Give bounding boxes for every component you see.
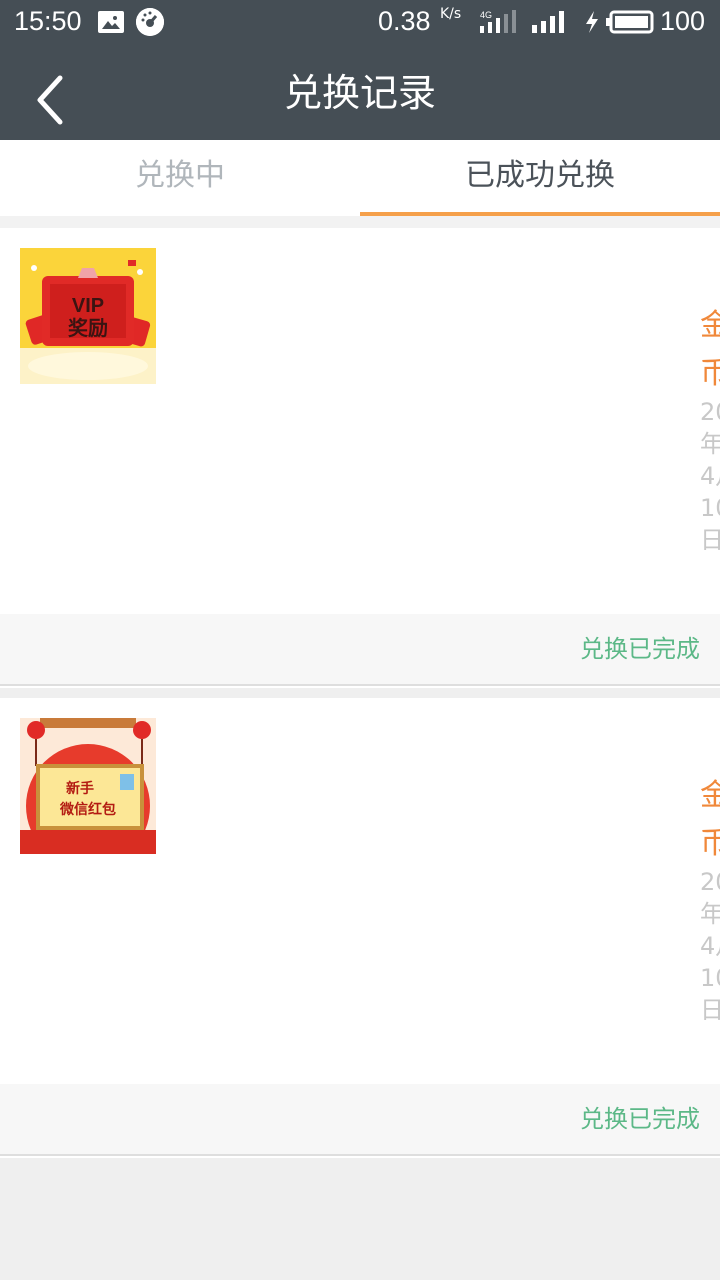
record-footer: 兑换已完成 [0, 614, 720, 686]
record-amount: 金币 [700, 778, 720, 861]
tab-exchanging[interactable]: 兑换中 [0, 140, 360, 216]
signal-4g-icon: 4G [478, 10, 518, 34]
record-footer: 兑换已完成 [0, 1084, 720, 1156]
reward-image-line2: 奖励 [68, 316, 108, 340]
app-bar: 兑换记录 [0, 46, 720, 140]
gallery-icon [98, 11, 124, 33]
record-card[interactable]: 新手 微信红包 金币 20年04月10日 兑换已完成 [0, 698, 720, 1158]
record-date: 20年04月10日 [700, 868, 720, 1024]
battery-percent: 100 [660, 6, 706, 36]
reward-image-line2: 微信红包 [59, 801, 116, 818]
network-type-label: 4G [480, 10, 492, 20]
back-button[interactable] [20, 58, 90, 128]
battery-icon [606, 10, 654, 34]
charging-icon [584, 10, 600, 34]
reward-image-line1: VIP [72, 295, 104, 317]
record-body: 新手 微信红包 金币 20年04月10日 [0, 698, 720, 1084]
reward-image-line1: 新手 [66, 780, 94, 797]
chevron-left-icon [37, 75, 63, 125]
status-bar: 15:50 0.38 K/s 4G 100 [0, 0, 720, 46]
record-body: VIP 奖励 金币 20年04月10日 [0, 228, 720, 614]
tab-exchanged[interactable]: 已成功兑换 [360, 140, 720, 216]
net-speed: 0.38 [378, 6, 431, 36]
gauge-icon [136, 8, 164, 36]
status-label: 兑换已完成 [580, 635, 700, 663]
record-amount: 金币 [700, 308, 720, 391]
tab-divider [0, 216, 720, 228]
net-speed-unit: K/s [440, 6, 462, 22]
reward-image: VIP 奖励 [20, 248, 156, 384]
page-title: 兑换记录 [283, 71, 436, 115]
record-card[interactable]: VIP 奖励 金币 20年04月10日 兑换已完成 [0, 228, 720, 688]
status-time: 15:50 [14, 6, 82, 36]
record-date: 20年04月10日 [700, 398, 720, 554]
tab-bar: 兑换中 已成功兑换 [0, 140, 720, 216]
signal-icon [530, 10, 570, 34]
reward-image: 新手 微信红包 [20, 718, 156, 854]
status-label: 兑换已完成 [580, 1105, 700, 1133]
